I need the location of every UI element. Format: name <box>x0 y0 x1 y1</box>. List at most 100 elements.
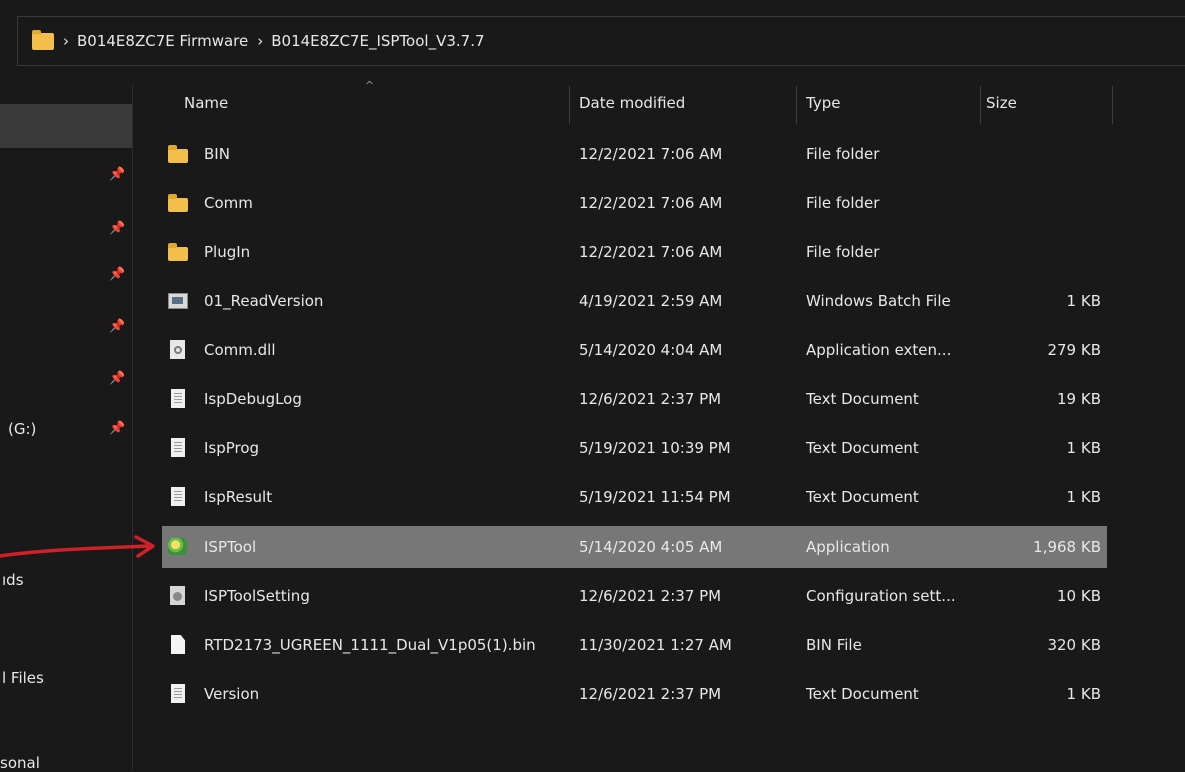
breadcrumb-chevron-icon: › <box>257 32 264 50</box>
text-document-icon <box>171 487 185 506</box>
file-size <box>985 179 1101 227</box>
file-row[interactable]: 01_ReadVersion 4/19/2021 2:59 AM Windows… <box>162 277 1107 325</box>
file-name: PlugIn <box>204 243 251 261</box>
file-name: IspProg <box>204 439 260 457</box>
breadcrumb-item-firmware[interactable]: B014E8ZC7E Firmware <box>77 32 248 50</box>
file-name: IspDebugLog <box>204 390 302 408</box>
batch-file-icon <box>168 293 188 309</box>
pin-icon: 📌 <box>109 421 126 436</box>
file-name: BIN <box>204 145 230 163</box>
file-type: Text Document <box>806 685 919 703</box>
nav-item-drive-g[interactable]: (G:) <box>8 420 36 438</box>
file-size: 10 KB <box>1057 587 1101 605</box>
column-divider[interactable] <box>1112 86 1113 124</box>
pane-divider[interactable] <box>132 84 133 770</box>
text-document-icon <box>171 389 185 408</box>
pin-icon: 📌 <box>109 167 126 182</box>
file-name: Version <box>204 685 260 703</box>
nav-item-personal[interactable]: sonal <box>0 754 40 772</box>
file-size: 1,968 KB <box>1033 538 1101 556</box>
red-arrow-annotation <box>0 535 155 558</box>
file-date: 12/6/2021 2:37 PM <box>579 685 722 703</box>
file-date: 11/30/2021 1:27 AM <box>579 636 732 654</box>
file-name: 01_ReadVersion <box>204 292 324 310</box>
file-date: 12/2/2021 7:06 AM <box>579 243 723 261</box>
file-type: Application <box>806 538 890 556</box>
navigation-pane[interactable]: 📌 📌 📌 📌 📌 📌 (G:) ıds l Files sonal <box>0 84 132 772</box>
file-type: BIN File <box>806 636 862 654</box>
file-date: 5/14/2020 4:05 AM <box>579 538 723 556</box>
pin-icon: 📌 <box>109 267 126 282</box>
file-row[interactable]: Comm.dll 5/14/2020 4:04 AM Application e… <box>162 326 1107 374</box>
file-name: Comm.dll <box>204 341 276 359</box>
breadcrumb-item-isptool[interactable]: B014E8ZC7E_ISPTool_V3.7.7 <box>271 32 484 50</box>
breadcrumb-chevron-icon: › <box>63 32 69 50</box>
sort-ascending-icon: ^ <box>365 79 375 92</box>
text-document-icon <box>171 684 185 703</box>
file-row-selected[interactable]: ISPTool 5/14/2020 4:05 AM Application 1,… <box>162 526 1107 568</box>
file-row[interactable]: BIN 12/2/2021 7:06 AM File folder <box>162 130 1107 178</box>
pin-icon: 📌 <box>109 371 126 386</box>
config-file-icon <box>170 586 185 605</box>
folder-icon <box>168 194 188 212</box>
folder-icon <box>32 29 54 50</box>
file-date: 12/6/2021 2:37 PM <box>579 587 722 605</box>
file-name: IspResult <box>204 488 273 506</box>
column-header-name[interactable]: Name <box>184 82 228 124</box>
file-size: 1 KB <box>1066 439 1101 457</box>
file-size <box>985 228 1101 276</box>
file-row[interactable]: ISPToolSetting 12/6/2021 2:37 PM Configu… <box>162 572 1107 620</box>
file-date: 5/14/2020 4:04 AM <box>579 341 723 359</box>
file-size: 279 KB <box>1047 341 1101 359</box>
file-date: 5/19/2021 10:39 PM <box>579 439 731 457</box>
file-type: Configuration sett... <box>806 587 956 605</box>
folder-icon <box>168 243 188 261</box>
file-size: 320 KB <box>1047 636 1101 654</box>
file-type: File folder <box>806 145 880 163</box>
dll-file-icon <box>170 340 185 359</box>
bin-file-icon <box>171 635 185 654</box>
file-date: 12/2/2021 7:06 AM <box>579 145 723 163</box>
file-row[interactable]: IspProg 5/19/2021 10:39 PM Text Document… <box>162 424 1107 472</box>
file-size: 1 KB <box>1066 292 1101 310</box>
file-type: Text Document <box>806 488 919 506</box>
file-row[interactable]: IspDebugLog 12/6/2021 2:37 PM Text Docum… <box>162 375 1107 423</box>
file-row[interactable]: PlugIn 12/2/2021 7:06 AM File folder <box>162 228 1107 276</box>
nav-item-files[interactable]: l Files <box>2 669 44 687</box>
file-type: File folder <box>806 243 880 261</box>
file-row[interactable]: IspResult 5/19/2021 11:54 PM Text Docume… <box>162 473 1107 521</box>
file-date: 4/19/2021 2:59 AM <box>579 292 723 310</box>
address-bar[interactable]: › B014E8ZC7E Firmware › B014E8ZC7E_ISPTo… <box>17 16 1185 66</box>
file-name: RTD2173_UGREEN_1111_Dual_V1p05(1).bin <box>204 636 536 654</box>
file-date: 5/19/2021 11:54 PM <box>579 488 731 506</box>
column-divider[interactable] <box>796 86 797 124</box>
file-type: Text Document <box>806 390 919 408</box>
folder-icon <box>168 145 188 163</box>
column-divider[interactable] <box>980 86 981 124</box>
file-type: Text Document <box>806 439 919 457</box>
file-date: 12/6/2021 2:37 PM <box>579 390 722 408</box>
file-size <box>985 130 1101 178</box>
file-row[interactable]: RTD2173_UGREEN_1111_Dual_V1p05(1).bin 11… <box>162 621 1107 669</box>
nav-item-selected[interactable] <box>0 104 132 148</box>
file-type: Application exten... <box>806 341 952 359</box>
column-header-row: ^ Name Date modified Type Size <box>162 79 1162 126</box>
file-type: File folder <box>806 194 880 212</box>
column-divider[interactable] <box>569 86 570 124</box>
file-type: Windows Batch File <box>806 292 951 310</box>
column-header-size[interactable]: Size <box>986 82 1017 124</box>
file-row[interactable]: Version 12/6/2021 2:37 PM Text Document … <box>162 670 1107 718</box>
file-name: ISPTool <box>204 538 257 556</box>
file-date: 12/2/2021 7:06 AM <box>579 194 723 212</box>
file-name: Comm <box>204 194 253 212</box>
file-size: 19 KB <box>1057 390 1101 408</box>
file-row[interactable]: Comm 12/2/2021 7:06 AM File folder <box>162 179 1107 227</box>
text-document-icon <box>171 438 185 457</box>
pin-icon: 📌 <box>109 319 126 334</box>
pin-icon: 📌 <box>109 221 126 236</box>
file-name: ISPToolSetting <box>204 587 310 605</box>
column-header-date[interactable]: Date modified <box>579 82 685 124</box>
file-size: 1 KB <box>1066 685 1101 703</box>
column-header-type[interactable]: Type <box>806 82 840 124</box>
file-size: 1 KB <box>1066 488 1101 506</box>
